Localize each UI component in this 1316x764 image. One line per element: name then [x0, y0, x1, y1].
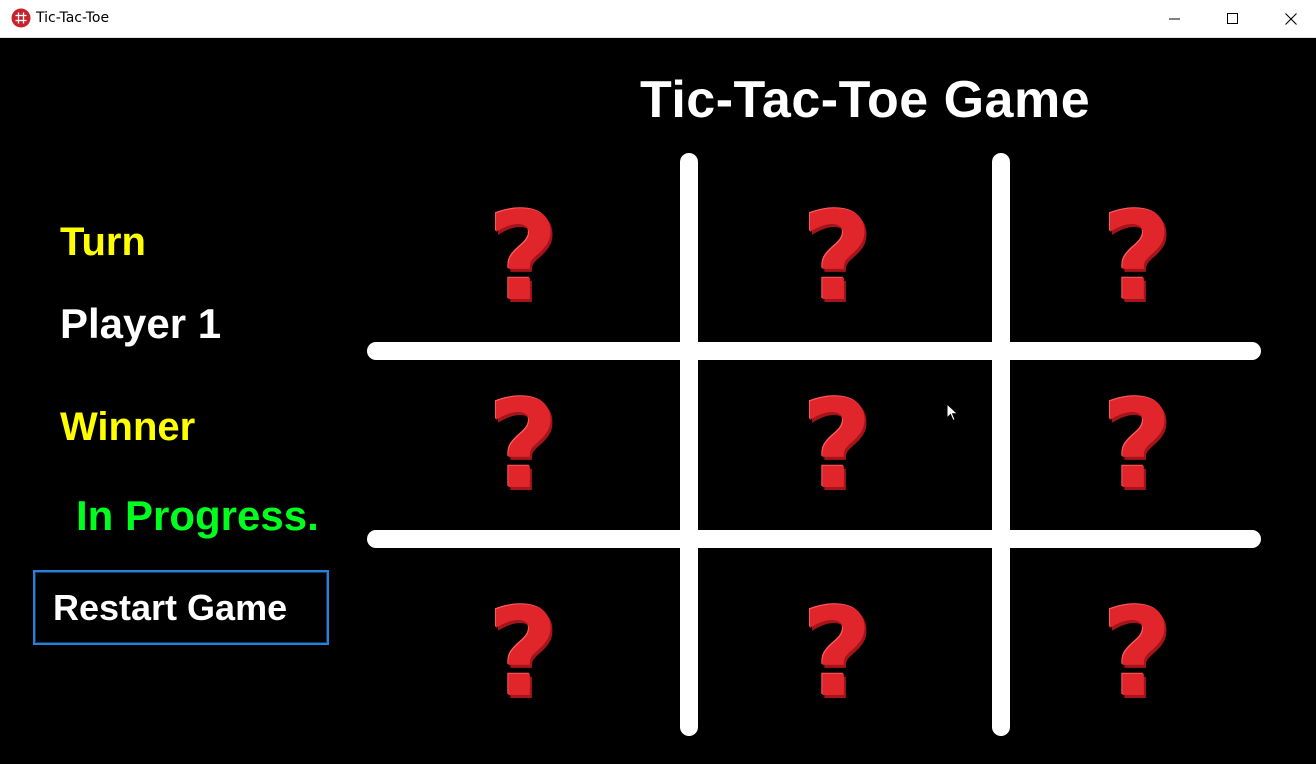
- game-title: Tic-Tac-Toe Game: [640, 71, 1091, 129]
- question-mark-icon: ?: [801, 374, 873, 516]
- maximize-icon: [1227, 13, 1238, 24]
- grid-line-vertical-1: [680, 153, 698, 736]
- minimize-icon: [1169, 18, 1180, 20]
- turn-label: Turn: [60, 220, 146, 264]
- grid-line-vertical-2: [992, 153, 1010, 736]
- board-cell-9[interactable]: ?: [1027, 578, 1247, 728]
- current-player: Player 1: [60, 300, 222, 347]
- question-mark-icon: ?: [801, 186, 873, 328]
- board-cell-3[interactable]: ?: [1027, 182, 1247, 332]
- mouse-cursor-icon: [946, 403, 959, 422]
- question-mark-icon: ?: [487, 582, 559, 724]
- board-cell-5[interactable]: ?: [727, 370, 947, 520]
- app-icon: [11, 8, 31, 28]
- question-mark-icon: ?: [1101, 374, 1173, 516]
- grid-line-horizontal-2: [367, 530, 1261, 548]
- question-mark-icon: ?: [487, 374, 559, 516]
- question-mark-icon: ?: [487, 186, 559, 328]
- board-cell-4[interactable]: ?: [413, 370, 633, 520]
- board-cell-2[interactable]: ?: [727, 182, 947, 332]
- question-mark-icon: ?: [801, 582, 873, 724]
- game-status: In Progress.: [76, 492, 319, 539]
- board-cell-7[interactable]: ?: [413, 578, 633, 728]
- window-title: Tic-Tac-Toe: [36, 10, 110, 26]
- title-bar: Tic-Tac-Toe: [0, 0, 1316, 38]
- board-cell-6[interactable]: ?: [1027, 370, 1247, 520]
- question-mark-icon: ?: [1101, 582, 1173, 724]
- close-icon: [1285, 13, 1297, 25]
- restart-game-button[interactable]: Restart Game: [33, 570, 329, 645]
- grid-line-horizontal-1: [367, 342, 1261, 360]
- question-mark-icon: ?: [1101, 186, 1173, 328]
- close-button[interactable]: [1262, 0, 1316, 38]
- maximize-button[interactable]: [1204, 0, 1262, 38]
- board-cell-8[interactable]: ?: [727, 578, 947, 728]
- winner-label: Winner: [60, 405, 196, 449]
- minimize-button[interactable]: [1146, 0, 1204, 38]
- board-cell-1[interactable]: ?: [413, 182, 633, 332]
